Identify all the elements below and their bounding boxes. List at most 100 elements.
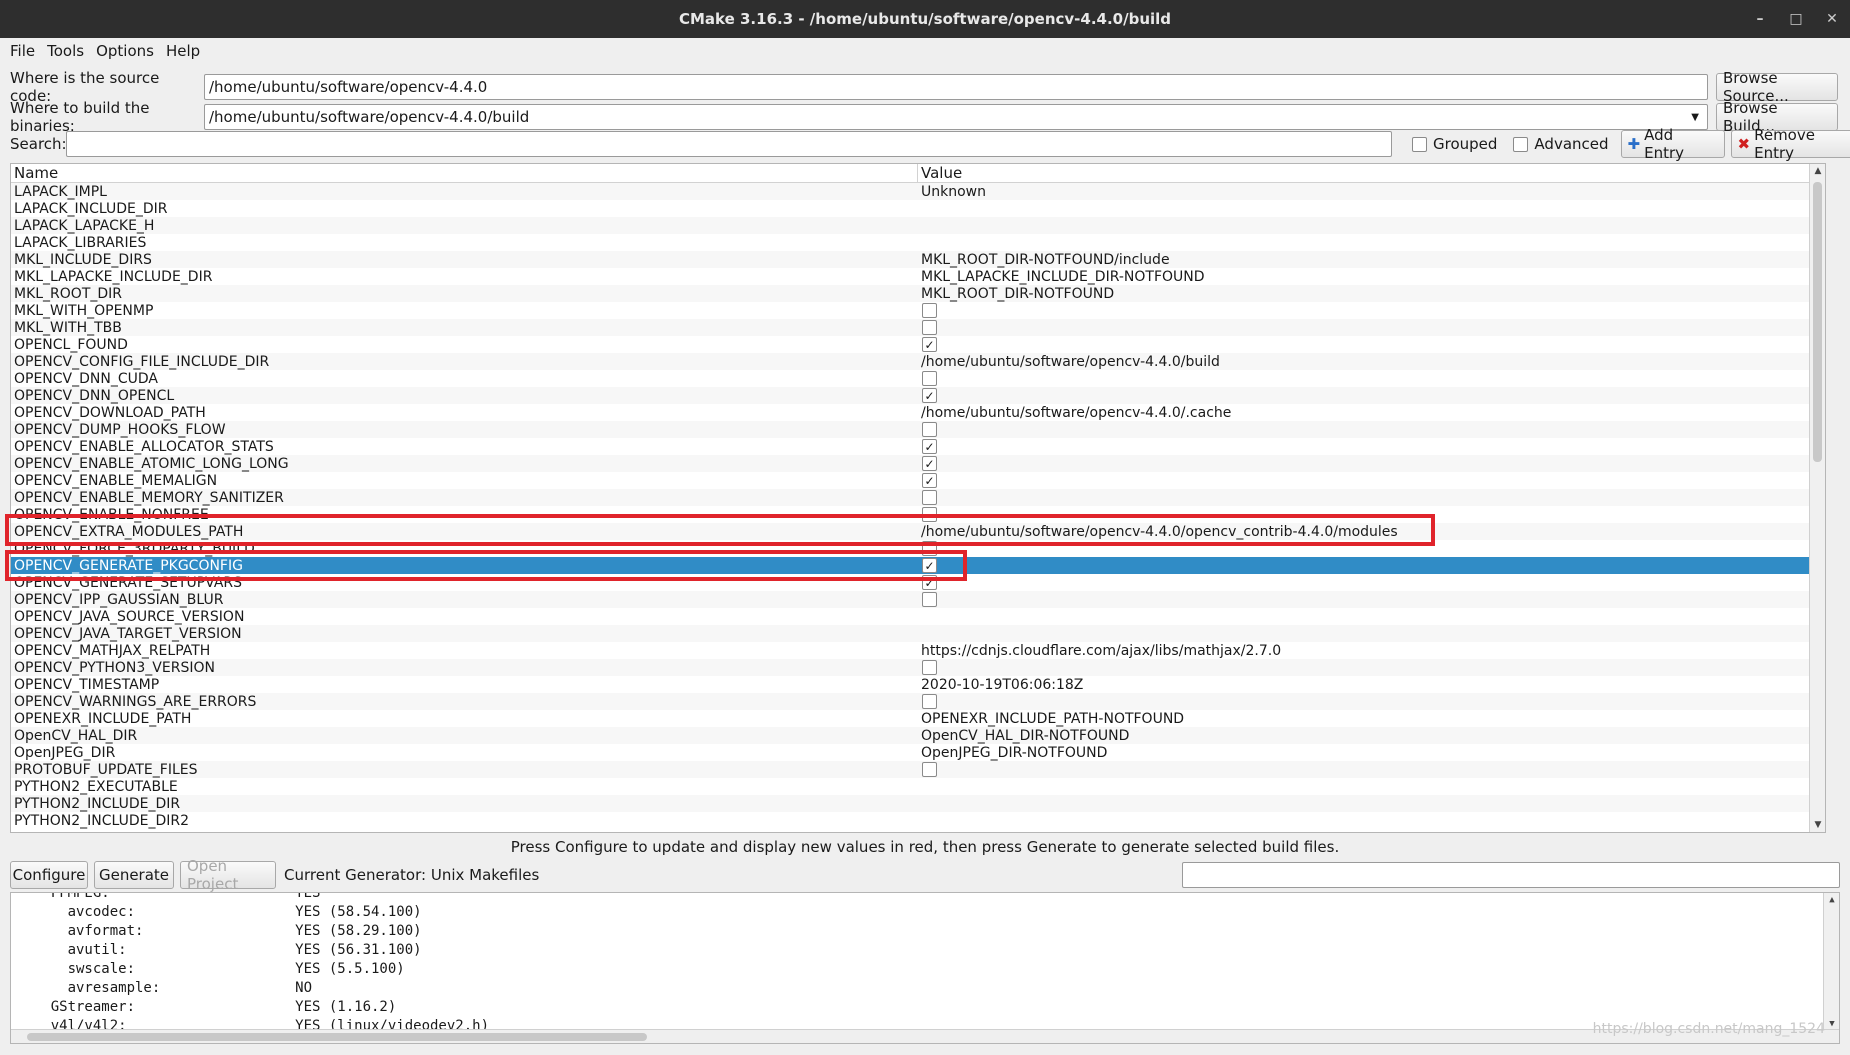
checked-icon[interactable]: ✓ (922, 337, 937, 352)
unchecked-icon[interactable] (922, 762, 937, 777)
log-scroll-up-icon[interactable]: ▲ (1824, 895, 1839, 905)
menu-tools[interactable]: Tools (47, 42, 84, 60)
unchecked-icon[interactable] (922, 303, 937, 318)
table-row[interactable]: OPENCV_JAVA_SOURCE_VERSION (11, 608, 1825, 625)
entry-value-checkbox[interactable] (918, 320, 937, 335)
entry-value-checkbox[interactable] (918, 371, 937, 386)
entry-value[interactable]: 2020-10-19T06:06:18Z (918, 677, 1083, 693)
table-row[interactable]: MKL_ROOT_DIR MKL_ROOT_DIR-NOTFOUND (11, 285, 1825, 302)
maximize-icon[interactable]: □ (1778, 11, 1814, 27)
menu-file[interactable]: File (10, 42, 35, 60)
entry-value-checkbox[interactable]: ✓ (918, 439, 937, 454)
entry-value-checkbox[interactable] (918, 660, 937, 675)
entry-value-checkbox[interactable] (918, 422, 937, 437)
entry-value-checkbox[interactable]: ✓ (918, 337, 937, 352)
entry-value[interactable]: /home/ubuntu/software/opencv-4.4.0/build (918, 354, 1220, 370)
table-row[interactable]: OPENCV_TIMESTAMP 2020-10-19T06:06:18Z (11, 676, 1825, 693)
table-row[interactable]: OPENCV_ENABLE_ATOMIC_LONG_LONG ✓ (11, 455, 1825, 472)
table-row[interactable]: MKL_INCLUDE_DIRS MKL_ROOT_DIR-NOTFOUND/in… (11, 251, 1825, 268)
scroll-up-icon[interactable]: ▲ (1810, 166, 1825, 176)
entry-value-checkbox[interactable]: ✓ (918, 473, 937, 488)
generate-button[interactable]: Generate (94, 861, 174, 889)
table-row[interactable]: LAPACK_LAPACKE_H (11, 217, 1825, 234)
unchecked-icon[interactable] (922, 694, 937, 709)
advanced-checkbox[interactable] (1513, 136, 1529, 152)
add-entry-button[interactable]: ✚ Add Entry (1620, 126, 1725, 162)
entry-value[interactable]: OPENEXR_INCLUDE_PATH-NOTFOUND (918, 711, 1184, 727)
scroll-thumb[interactable] (1813, 182, 1822, 462)
table-row[interactable]: OPENCV_ENABLE_MEMALIGN ✓ (11, 472, 1825, 489)
table-row[interactable]: PYTHON2_INCLUDE_DIR2 (11, 812, 1825, 829)
entry-value-checkbox[interactable]: ✓ (918, 456, 937, 471)
configure-button[interactable]: Configure (10, 861, 88, 889)
entry-value[interactable]: MKL_ROOT_DIR-NOTFOUND/include (918, 252, 1170, 268)
checked-icon[interactable]: ✓ (922, 456, 937, 471)
table-row[interactable]: OPENCV_DNN_CUDA (11, 370, 1825, 387)
output-log[interactable]: FFMPEG: YES avcodec: YES (58.54.100) avf… (10, 892, 1840, 1044)
log-hscroll-thumb[interactable] (27, 1033, 647, 1041)
table-row[interactable]: OPENCV_CONFIG_FILE_INCLUDE_DIR/home/ubun… (11, 353, 1825, 370)
log-hscrollbar[interactable] (11, 1029, 1839, 1043)
table-row[interactable]: OPENCL_FOUND ✓ (11, 336, 1825, 353)
table-row[interactable]: OPENCV_DUMP_HOOKS_FLOW (11, 421, 1825, 438)
grouped-checkbox[interactable] (1412, 136, 1427, 152)
log-scroll-down-icon[interactable]: ▼ (1824, 1019, 1839, 1029)
entry-value[interactable]: /home/ubuntu/software/opencv-4.4.0/.cach… (918, 405, 1231, 421)
entry-value-checkbox[interactable] (918, 762, 937, 777)
table-row[interactable]: OPENEXR_INCLUDE_PATH OPENEXR_INCLUDE_PATH… (11, 710, 1825, 727)
unchecked-icon[interactable] (922, 320, 937, 335)
log-scrollbar[interactable]: ▲ ▼ (1823, 893, 1839, 1031)
unchecked-icon[interactable] (922, 592, 937, 607)
unchecked-icon[interactable] (922, 490, 937, 505)
table-row[interactable]: LAPACK_INCLUDE_DIR (11, 200, 1825, 217)
table-row[interactable]: LAPACK_LIBRARIES (11, 234, 1825, 251)
source-field[interactable]: /home/ubuntu/software/opencv-4.4.0 (204, 74, 1708, 100)
entry-value-checkbox[interactable] (918, 592, 937, 607)
table-row[interactable]: OPENCV_ENABLE_ALLOCATOR_STATS ✓ (11, 438, 1825, 455)
entry-value[interactable]: OpenCV_HAL_DIR-NOTFOUND (918, 728, 1129, 744)
entry-value-checkbox[interactable]: ✓ (918, 388, 937, 403)
unchecked-icon[interactable] (922, 422, 937, 437)
entry-value[interactable]: https://cdnjs.cloudflare.com/ajax/libs/m… (918, 643, 1281, 659)
table-row[interactable]: OPENCV_IPP_GAUSSIAN_BLUR (11, 591, 1825, 608)
menu-options[interactable]: Options (96, 42, 154, 60)
table-row[interactable]: OPENCV_DNN_OPENCL ✓ (11, 387, 1825, 404)
unchecked-icon[interactable] (922, 371, 937, 386)
table-row[interactable]: PROTOBUF_UPDATE_FILES (11, 761, 1825, 778)
checked-icon[interactable]: ✓ (922, 439, 937, 454)
close-icon[interactable]: ✕ (1814, 11, 1850, 27)
entry-value[interactable]: MKL_ROOT_DIR-NOTFOUND (918, 286, 1114, 302)
table-row[interactable]: OPENCV_ENABLE_MEMORY_SANITIZER (11, 489, 1825, 506)
table-row[interactable]: MKL_WITH_OPENMP (11, 302, 1825, 319)
entry-value[interactable]: OpenJPEG_DIR-NOTFOUND (918, 745, 1107, 761)
table-row[interactable]: OPENCV_JAVA_TARGET_VERSION (11, 625, 1825, 642)
build-combo[interactable]: /home/ubuntu/software/opencv-4.4.0/build… (204, 104, 1708, 130)
unchecked-icon[interactable] (922, 660, 937, 675)
table-scrollbar[interactable]: ▲ ▼ (1809, 164, 1825, 832)
header-value[interactable]: Value (918, 164, 962, 182)
checked-icon[interactable]: ✓ (922, 388, 937, 403)
entry-value[interactable]: MKL_LAPACKE_INCLUDE_DIR-NOTFOUND (918, 269, 1205, 285)
entry-value-checkbox[interactable] (918, 490, 937, 505)
table-row[interactable]: MKL_WITH_TBB (11, 319, 1825, 336)
entry-value-checkbox[interactable] (918, 303, 937, 318)
remove-entry-button[interactable]: ✖ Remove Entry (1730, 126, 1850, 162)
table-row[interactable]: PYTHON2_EXECUTABLE (11, 778, 1825, 795)
minimize-icon[interactable]: – (1742, 11, 1778, 27)
table-row[interactable]: OPENCV_PYTHON3_VERSION (11, 659, 1825, 676)
checked-icon[interactable]: ✓ (922, 473, 937, 488)
table-row[interactable]: OpenCV_HAL_DIR OpenCV_HAL_DIR-NOTFOUND (11, 727, 1825, 744)
entry-value[interactable]: Unknown (918, 184, 986, 200)
table-row[interactable]: MKL_LAPACKE_INCLUDE_DIR MKL_LAPACKE_INCLU… (11, 268, 1825, 285)
chevron-down-icon[interactable]: ▼ (1691, 112, 1699, 123)
table-row[interactable]: PYTHON2_INCLUDE_DIR (11, 795, 1825, 812)
table-row[interactable]: OpenJPEG_DIR OpenJPEG_DIR-NOTFOUND (11, 744, 1825, 761)
cache-table[interactable]: Name Value LAPACK_IMPL Unknown LAPACK_INCL… (10, 163, 1826, 833)
table-row[interactable]: OPENCV_MATHJAX_RELPATH https://cdnjs.clou… (11, 642, 1825, 659)
table-row[interactable]: OPENCV_DOWNLOAD_PATH/home/ubuntu/softwar… (11, 404, 1825, 421)
entry-value-checkbox[interactable] (918, 694, 937, 709)
browse-source-button[interactable]: Browse Source... (1716, 69, 1838, 105)
menu-help[interactable]: Help (166, 42, 200, 60)
search-input[interactable] (66, 131, 1392, 157)
table-row[interactable]: OPENCV_WARNINGS_ARE_ERRORS (11, 693, 1825, 710)
